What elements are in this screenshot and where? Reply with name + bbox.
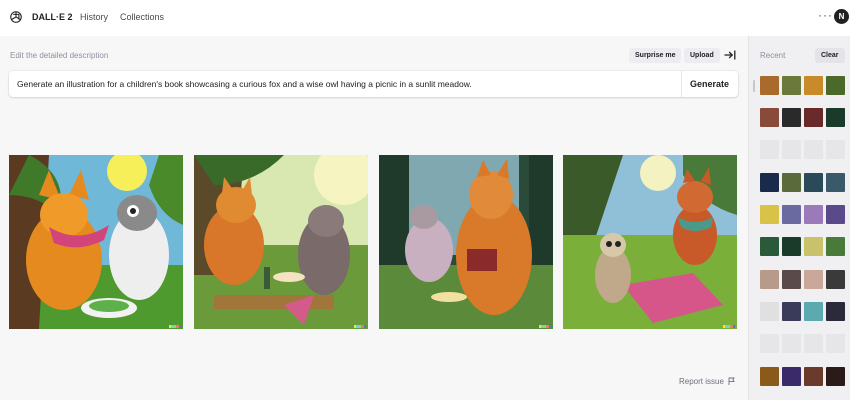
openai-logo-icon[interactable]	[9, 10, 23, 24]
recent-thumbnail[interactable]	[782, 108, 801, 127]
user-avatar[interactable]: N	[834, 9, 849, 24]
recent-thumbnail[interactable]	[782, 237, 801, 256]
dalle-signature	[169, 325, 182, 328]
recent-row	[760, 367, 845, 386]
app-title[interactable]: DALL·E 2	[32, 12, 73, 22]
generated-image-2[interactable]	[194, 155, 368, 329]
recent-thumbnail[interactable]	[826, 334, 845, 353]
recent-thumbnail[interactable]	[782, 334, 801, 353]
nav-history[interactable]: History	[80, 12, 108, 22]
top-bar: DALL·E 2 History Collections ··· N	[0, 0, 850, 36]
recent-thumbnail[interactable]	[826, 108, 845, 127]
recent-thumbnail[interactable]	[826, 205, 845, 224]
recent-thumbnail[interactable]	[804, 205, 823, 224]
upload-button[interactable]: Upload	[684, 48, 720, 63]
nav-collections[interactable]: Collections	[120, 12, 164, 22]
recent-thumbnail[interactable]	[826, 367, 845, 386]
recent-thumbnail[interactable]	[760, 302, 779, 321]
recent-label: Recent	[760, 51, 786, 60]
recent-thumbnail[interactable]	[760, 270, 779, 289]
clear-button[interactable]: Clear	[815, 48, 845, 63]
recent-thumbnail[interactable]	[760, 205, 779, 224]
recent-thumbnail[interactable]	[782, 367, 801, 386]
recent-thumbnail[interactable]	[760, 108, 779, 127]
recent-row	[760, 140, 845, 159]
recent-thumbnail[interactable]	[804, 140, 823, 159]
dalle-signature	[539, 325, 552, 328]
sidebar-scrollbar[interactable]	[753, 80, 755, 92]
flag-icon	[728, 377, 735, 385]
recent-thumbnail[interactable]	[826, 173, 845, 192]
recent-row	[760, 237, 845, 256]
divider	[681, 71, 682, 97]
recent-thumbnail[interactable]	[826, 237, 845, 256]
recent-thumbnail[interactable]	[804, 237, 823, 256]
generated-image-4[interactable]	[563, 155, 737, 329]
recent-row	[760, 76, 845, 95]
recent-thumbnail[interactable]	[782, 302, 801, 321]
recent-thumbnail[interactable]	[760, 237, 779, 256]
recent-thumbnail[interactable]	[782, 140, 801, 159]
recent-thumbnail[interactable]	[804, 302, 823, 321]
recent-row	[760, 270, 845, 289]
recent-thumbnail[interactable]	[804, 270, 823, 289]
recent-sidebar: Recent Clear	[748, 36, 850, 400]
generated-image-1[interactable]	[9, 155, 183, 329]
recent-thumbnail[interactable]	[760, 367, 779, 386]
prompt-input[interactable]: Generate an illustration for a children'…	[17, 79, 472, 89]
recent-thumbnail[interactable]	[826, 270, 845, 289]
recent-thumbnail[interactable]	[804, 108, 823, 127]
recent-thumbnail[interactable]	[760, 173, 779, 192]
prompt-input-box[interactable]: Generate an illustration for a children'…	[9, 71, 738, 97]
recent-row	[760, 205, 845, 224]
edit-description-label: Edit the detailed description	[10, 51, 109, 60]
recent-row	[760, 302, 845, 321]
recent-thumbnail[interactable]	[826, 140, 845, 159]
recent-row	[760, 173, 845, 192]
recent-thumbnail[interactable]	[782, 173, 801, 192]
recent-row	[760, 334, 845, 353]
recent-thumbnail[interactable]	[804, 173, 823, 192]
dalle-signature	[723, 325, 736, 328]
recent-thumbnail[interactable]	[804, 76, 823, 95]
surprise-me-button[interactable]: Surprise me	[629, 48, 682, 63]
recent-thumbnail[interactable]	[760, 140, 779, 159]
recent-thumbnail[interactable]	[804, 367, 823, 386]
report-issue-label: Report issue	[679, 377, 724, 386]
recent-thumbnail[interactable]	[804, 334, 823, 353]
recent-thumbnail[interactable]	[826, 76, 845, 95]
dalle-signature	[354, 325, 367, 328]
recent-thumbnail[interactable]	[782, 76, 801, 95]
main-area: Edit the detailed description Surprise m…	[0, 36, 748, 400]
generate-button[interactable]: Generate	[690, 79, 729, 89]
report-issue-link[interactable]: Report issue	[679, 377, 736, 386]
recent-thumbnail[interactable]	[760, 76, 779, 95]
recent-row	[760, 108, 845, 127]
more-options-icon[interactable]: ···	[818, 8, 833, 22]
recent-thumbnail[interactable]	[782, 205, 801, 224]
generated-image-3[interactable]	[379, 155, 553, 329]
recent-thumbnail[interactable]	[782, 270, 801, 289]
collapse-sidebar-icon[interactable]	[724, 49, 736, 61]
recent-thumbnail[interactable]	[826, 302, 845, 321]
recent-thumbnail[interactable]	[760, 334, 779, 353]
